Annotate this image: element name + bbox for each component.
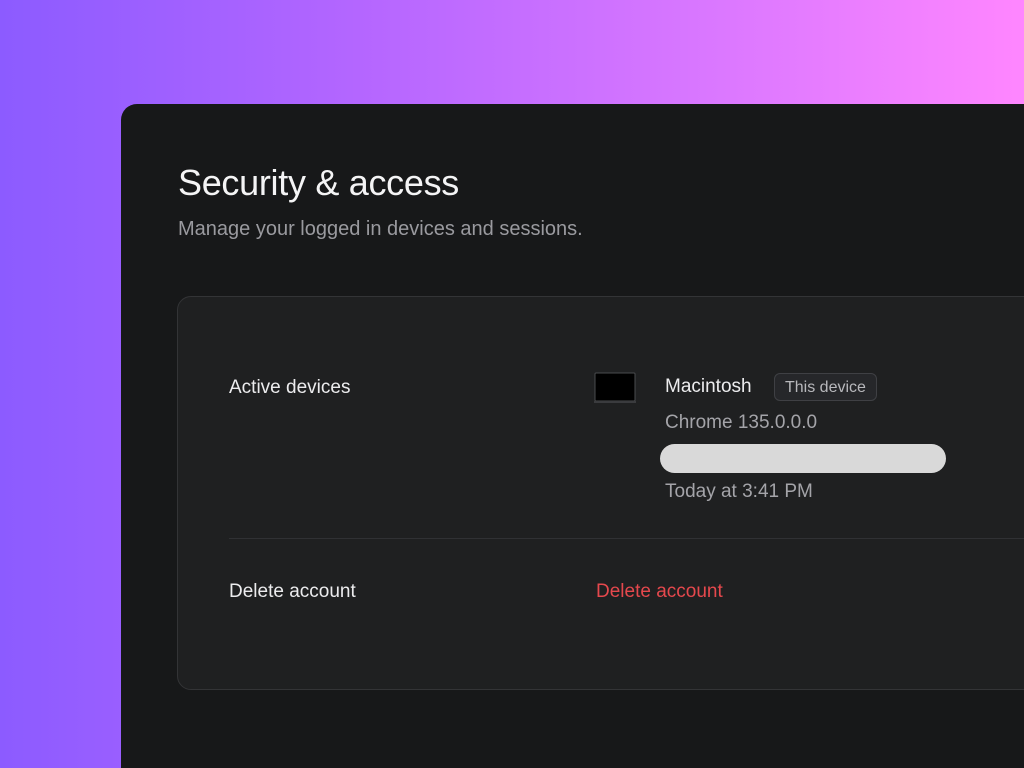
this-device-badge: This device	[774, 373, 877, 401]
active-devices-label: Active devices	[229, 377, 351, 398]
security-card: Active devices Macintosh This device Chr…	[177, 296, 1024, 690]
settings-window: Security & access Manage your logged in …	[121, 104, 1024, 768]
redacted-location	[660, 444, 946, 473]
page-subtitle: Manage your logged in devices and sessio…	[178, 218, 583, 240]
page-title: Security & access	[178, 162, 460, 203]
section-divider	[229, 538, 1024, 539]
device-last-active: Today at 3:41 PM	[665, 481, 813, 502]
device-name: Macintosh	[665, 376, 752, 397]
delete-account-label: Delete account	[229, 581, 356, 602]
device-browser: Chrome 135.0.0.0	[665, 412, 818, 433]
delete-account-button[interactable]: Delete account	[596, 581, 723, 603]
laptop-icon	[594, 372, 636, 403]
